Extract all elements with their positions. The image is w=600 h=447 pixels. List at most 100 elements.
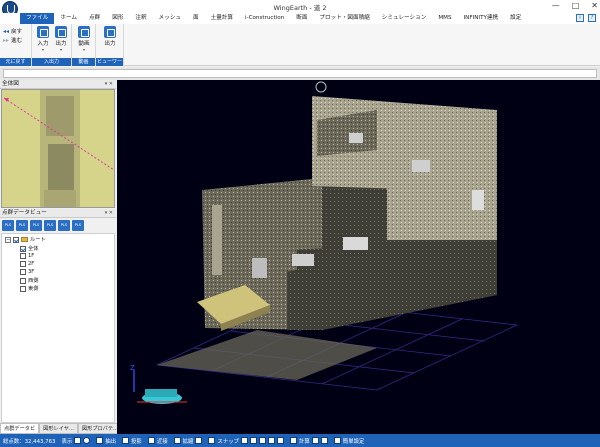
undo-group-label: 元に戻す bbox=[0, 58, 31, 66]
tab-section[interactable]: 断面 bbox=[290, 13, 313, 24]
tab-surface[interactable]: 面 bbox=[187, 13, 205, 24]
display-icon bbox=[74, 437, 82, 444]
point-count: 総点数：32,443,763 bbox=[3, 438, 56, 445]
viewer-output-icon bbox=[104, 26, 116, 38]
redo-icon: ▸▸ bbox=[3, 36, 10, 44]
snap-toggle[interactable]: スナップ bbox=[205, 434, 287, 447]
tree-item[interactable]: 全体 bbox=[20, 245, 38, 252]
tab-file[interactable]: ファイル bbox=[20, 13, 55, 24]
tab-pointcloud[interactable]: 点群 bbox=[83, 13, 106, 24]
item-checkbox[interactable] bbox=[20, 269, 26, 275]
item-checkbox[interactable] bbox=[20, 261, 26, 267]
close-button[interactable]: ✕ bbox=[591, 1, 598, 10]
item-checkbox[interactable] bbox=[20, 285, 26, 292]
tab-home[interactable]: ホーム bbox=[54, 13, 83, 24]
tab-settings[interactable]: 設定 bbox=[504, 13, 527, 24]
maximize-button[interactable]: □ bbox=[572, 1, 580, 10]
root-checkbox[interactable] bbox=[13, 236, 19, 243]
tree-item[interactable]: 2F bbox=[20, 261, 34, 267]
quick-settings-button[interactable]: 簡単設定 bbox=[331, 434, 368, 447]
display-toggle[interactable]: 表示 bbox=[58, 434, 93, 447]
tab-shape-layer[interactable]: 図形レイヤ... bbox=[39, 423, 78, 434]
undo-group: ◂◂ 戻す ▸▸ 進む 元に戻す bbox=[0, 24, 32, 66]
pointdata-tree: − ルート 全体 1F 2F 3F 西側 東側 bbox=[1, 233, 115, 423]
overview-plan-image bbox=[2, 90, 114, 207]
redo-button[interactable]: ▸▸ 進む bbox=[3, 36, 22, 45]
left-bottom-tabs: 点群データビ 図形レイヤ... 図形プロパテ... bbox=[0, 423, 122, 434]
io-group: 入力 ▾ 出力 ▾ 入出力 bbox=[32, 24, 72, 66]
calc-option-icon bbox=[311, 437, 319, 444]
snap-edge-icon bbox=[250, 437, 257, 444]
tab-pointdata-view[interactable]: 点群データビ bbox=[0, 423, 40, 434]
tab-annotation[interactable]: 注釈 bbox=[129, 13, 152, 24]
tree-item[interactable]: 1F bbox=[20, 253, 34, 259]
io-group-label: 入出力 bbox=[32, 58, 71, 66]
tree-item[interactable]: 東側 bbox=[20, 285, 38, 292]
settings-icon bbox=[333, 437, 341, 444]
collapse-icon[interactable]: − bbox=[5, 236, 11, 243]
title-bar: WingEarth - 道 2 — □ ✕ bbox=[0, 0, 600, 17]
tree-root[interactable]: − ルート bbox=[5, 236, 46, 243]
view-icon bbox=[83, 437, 91, 444]
item-checkbox[interactable] bbox=[20, 245, 26, 252]
snap-icon bbox=[208, 437, 216, 444]
item-checkbox[interactable] bbox=[20, 277, 26, 284]
overview-panel-header: 全体図 ▾ ✕ bbox=[0, 80, 116, 89]
help-icon[interactable]: ? bbox=[588, 14, 596, 22]
chevron-down-icon: ▾ bbox=[59, 47, 62, 52]
calc-icon bbox=[290, 437, 297, 444]
extract-toggle[interactable]: 抽出 bbox=[93, 434, 119, 447]
tab-mesh[interactable]: メッシュ bbox=[153, 13, 187, 24]
tab-infinity[interactable]: INFINITY連携 bbox=[458, 13, 505, 24]
item-checkbox[interactable] bbox=[20, 253, 26, 259]
zoom-toggle[interactable]: 拡縮 bbox=[171, 434, 206, 447]
pls-tool-1[interactable]: PLS bbox=[2, 220, 14, 231]
tab-plot[interactable]: プロット・図面積縮 bbox=[313, 13, 375, 24]
panel-controls[interactable]: ▾ ✕ bbox=[105, 209, 113, 218]
window-title: WingEarth - 道 2 bbox=[273, 4, 327, 12]
pls-tool-3[interactable]: PLS bbox=[30, 220, 42, 231]
project-toggle[interactable]: 投影 bbox=[119, 434, 145, 447]
input-button[interactable]: 入力 ▾ bbox=[34, 26, 52, 52]
calc-option2-icon bbox=[320, 437, 328, 444]
command-input[interactable] bbox=[3, 69, 597, 78]
tab-simulation[interactable]: シミュレーション bbox=[376, 13, 433, 24]
snap-line-icon bbox=[268, 437, 275, 444]
pls-tool-6[interactable]: PLS bbox=[72, 220, 84, 231]
undo-button[interactable]: ◂◂ 戻す bbox=[3, 27, 22, 36]
z-axis-label: Z bbox=[130, 364, 135, 372]
video-button[interactable]: 動画 ▾ bbox=[75, 26, 93, 52]
viewer-group: 出力 ビューワー bbox=[96, 24, 124, 66]
chevron-down-icon: ▾ bbox=[82, 47, 85, 52]
3d-viewport[interactable]: Z bbox=[117, 80, 600, 434]
info-icon[interactable]: i bbox=[576, 14, 584, 22]
chevron-down-icon: ▾ bbox=[41, 47, 44, 52]
snap-point-icon bbox=[241, 437, 248, 444]
video-icon bbox=[78, 26, 90, 38]
pls-tool-2[interactable]: PLS bbox=[16, 220, 28, 231]
tab-earthwork[interactable]: 土量計算 bbox=[205, 13, 239, 24]
tab-shape-property[interactable]: 図形プロパテ... bbox=[77, 423, 122, 434]
tree-item[interactable]: 3F bbox=[20, 269, 34, 275]
ribbon: ◂◂ 戻す ▸▸ 進む 元に戻す 入力 ▾ 出力 ▾ 入出力 動画 ▾ 動画 出… bbox=[0, 24, 600, 66]
near-toggle[interactable]: 近接 bbox=[145, 434, 171, 447]
tree-item[interactable]: 西側 bbox=[20, 277, 38, 284]
calc-toggle[interactable]: 計算 bbox=[287, 434, 331, 447]
tab-shape[interactable]: 図形 bbox=[106, 13, 129, 24]
output-icon bbox=[55, 26, 67, 38]
overview-map[interactable] bbox=[1, 89, 115, 208]
pointdata-panel-header: 点群データビュー ▾ ✕ bbox=[0, 209, 116, 218]
snap-grid-icon bbox=[277, 437, 284, 444]
pls-tool-5[interactable]: PLS bbox=[58, 220, 70, 231]
tab-i-construction[interactable]: i-Construction bbox=[239, 13, 290, 24]
pls-tool-4[interactable]: PLS bbox=[44, 220, 56, 231]
output-button[interactable]: 出力 ▾ bbox=[52, 26, 70, 52]
input-icon bbox=[37, 26, 49, 38]
minimize-button[interactable]: — bbox=[552, 1, 560, 10]
undo-icon: ◂◂ bbox=[3, 27, 10, 35]
tab-mms[interactable]: MMS bbox=[432, 13, 457, 24]
panel-controls[interactable]: ▾ ✕ bbox=[105, 80, 113, 89]
viewer-output-button[interactable]: 出力 bbox=[101, 26, 119, 47]
command-strip bbox=[0, 67, 600, 80]
zoom-option-icon bbox=[195, 437, 203, 444]
